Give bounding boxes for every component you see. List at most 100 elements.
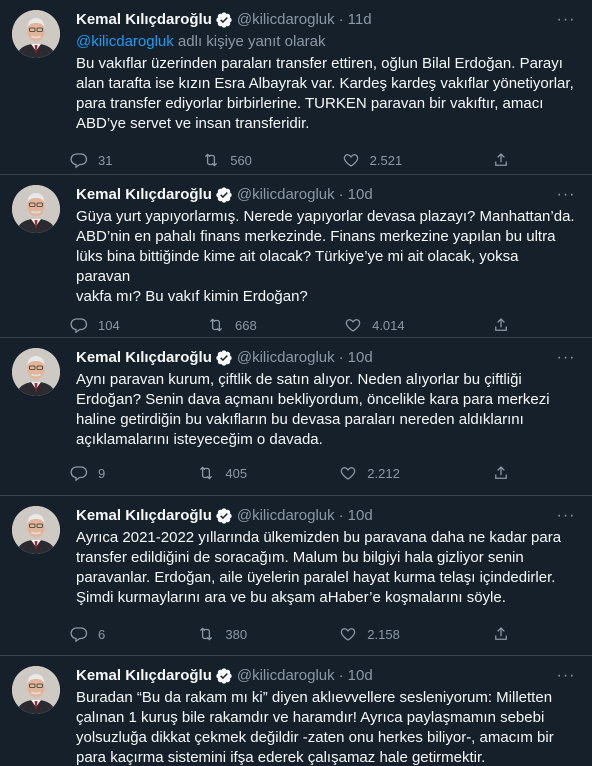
tweet-text: Aynı paravan kurum, çiftlik de satın alı… <box>76 371 550 448</box>
more-options-icon[interactable]: ··· <box>556 506 576 526</box>
verified-badge-icon <box>215 667 233 685</box>
tweet[interactable]: Kemal Kılıçdaroğlu @kilicdarogluk · 11d ··· @… <box>0 0 592 175</box>
tweet[interactable]: Kemal Kılıçdaroğlu @kilicdarogluk · 10d ··· A… <box>0 496 592 656</box>
timestamp[interactable]: 10d <box>348 666 373 686</box>
tweet-header: Kemal Kılıçdaroğlu @kilicdarogluk · 10d <box>76 348 576 368</box>
reply-icon <box>70 627 88 643</box>
like-button[interactable]: 4.014 <box>344 315 405 335</box>
author-name[interactable]: Kemal Kılıçdaroğlu <box>76 666 212 686</box>
reply-count: 31 <box>98 152 113 168</box>
tweet-body: Kemal Kılıçdaroğlu @kilicdarogluk · 10d ··· B… <box>76 666 576 766</box>
tweet[interactable]: Kemal Kılıçdaroğlu @kilicdarogluk · 10d ··· G… <box>0 175 592 338</box>
avatar-image <box>12 666 60 714</box>
retweet-count: 405 <box>225 465 248 481</box>
author-handle[interactable]: @kilicdarogluk <box>237 348 335 368</box>
tweet-text: Güya yurt yapıyorlarmış. Nerede yapıyorl… <box>76 208 575 305</box>
author-name[interactable]: Kemal Kılıçdaroğlu <box>76 348 212 368</box>
tweet-text: Buradan “Bu da rakam mı ki” diyen aklıev… <box>76 689 554 766</box>
more-options-icon[interactable]: ··· <box>556 348 576 368</box>
retweet-icon <box>200 466 213 480</box>
reply-count: 9 <box>98 465 106 481</box>
share-icon <box>495 466 507 479</box>
like-count: 2.521 <box>369 152 403 168</box>
avatar[interactable] <box>12 506 60 554</box>
separator-dot: · <box>338 349 344 366</box>
author-handle[interactable]: @kilicdarogluk <box>237 506 335 526</box>
verified-badge-icon <box>215 507 233 525</box>
reply-button[interactable]: 31 <box>70 150 112 170</box>
verified-badge-icon <box>215 11 233 29</box>
avatar-image <box>12 185 60 233</box>
like-count: 2.212 <box>367 465 400 481</box>
tweet-body: Kemal Kılıçdaroğlu @kilicdarogluk · 10d ··· A… <box>76 506 576 608</box>
tweet[interactable]: Kemal Kılıçdaroğlu @kilicdarogluk · 10d ··· B… <box>0 656 592 766</box>
like-button[interactable]: 2.212 <box>339 463 400 483</box>
tweet-header: Kemal Kılıçdaroğlu @kilicdarogluk · 11d <box>76 10 576 30</box>
retweet-icon <box>209 318 223 332</box>
timestamp[interactable]: 10d <box>348 185 373 205</box>
more-options-icon[interactable]: ··· <box>556 666 576 686</box>
avatar[interactable] <box>12 10 60 58</box>
verified-badge-icon <box>215 186 233 204</box>
like-button[interactable]: 2.158 <box>339 624 400 644</box>
author-name[interactable]: Kemal Kılıçdaroğlu <box>76 10 212 30</box>
more-options-icon[interactable]: ··· <box>556 185 576 205</box>
timestamp[interactable]: 11d <box>348 10 372 30</box>
retweet-count: 560 <box>230 152 252 168</box>
tweet-text: Bu vakıflar üzerinden paraları transfer … <box>76 55 574 132</box>
like-button[interactable]: 2.521 <box>342 150 403 170</box>
more-options-icon[interactable]: ··· <box>556 10 576 30</box>
share-button[interactable] <box>492 624 510 644</box>
separator-dot: · <box>338 11 344 28</box>
tweet-actions: 31 560 2.521 <box>70 150 510 170</box>
heart-icon <box>345 319 361 332</box>
timestamp[interactable]: 10d <box>348 348 373 368</box>
tweet-body: Kemal Kılıçdaroğlu @kilicdarogluk · 10d ··· G… <box>76 185 576 307</box>
heart-icon <box>343 154 358 167</box>
tweet-header: Kemal Kılıçdaroğlu @kilicdarogluk · 10d <box>76 185 576 205</box>
share-icon <box>495 153 507 166</box>
author-name[interactable]: Kemal Kılıçdaroğlu <box>76 185 212 205</box>
tweet-actions: 104 668 4.014 <box>70 315 510 335</box>
tweet[interactable]: Kemal Kılıçdaroğlu @kilicdarogluk · 10d ··· A… <box>0 338 592 496</box>
reply-button[interactable]: 9 <box>70 463 105 483</box>
author-handle[interactable]: @kilicdarogluk <box>237 10 335 30</box>
tweet-actions: 9 405 2.212 <box>70 463 510 483</box>
avatar-image <box>12 506 60 554</box>
tweet-header: Kemal Kılıçdaroğlu @kilicdarogluk · 10d <box>76 666 576 686</box>
separator-dot: · <box>338 667 344 684</box>
tweet-body: Kemal Kılıçdaroğlu @kilicdarogluk · 10d ··· A… <box>76 348 576 450</box>
avatar[interactable] <box>12 185 60 233</box>
retweet-button[interactable]: 668 <box>207 315 257 335</box>
author-handle[interactable]: @kilicdarogluk <box>237 666 335 686</box>
avatar[interactable] <box>12 348 60 396</box>
reply-button[interactable]: 104 <box>70 315 120 335</box>
reply-icon <box>70 153 88 169</box>
share-icon <box>495 627 507 640</box>
separator-dot: · <box>338 186 344 203</box>
author-handle[interactable]: @kilicdarogluk <box>237 185 335 205</box>
retweet-count: 380 <box>225 626 248 642</box>
tweet-body: Kemal Kılıçdaroğlu @kilicdarogluk · 11d ··· @… <box>76 10 576 134</box>
retweet-button[interactable]: 380 <box>197 624 247 644</box>
author-name[interactable]: Kemal Kılıçdaroğlu <box>76 506 212 526</box>
tweet-text: Ayrıca 2021-2022 yıllarında ülkemizden b… <box>76 529 562 606</box>
share-icon <box>495 318 507 331</box>
share-button[interactable] <box>492 315 510 335</box>
retweet-button[interactable]: 560 <box>202 150 252 170</box>
share-button[interactable] <box>492 463 510 483</box>
reply-count: 6 <box>98 626 106 642</box>
retweet-button[interactable]: 405 <box>197 463 247 483</box>
tweet-header: Kemal Kılıçdaroğlu @kilicdarogluk · 10d <box>76 506 576 526</box>
avatar-image <box>12 10 60 58</box>
avatar[interactable] <box>12 666 60 714</box>
timestamp[interactable]: 10d <box>348 506 373 526</box>
reply-mention-link[interactable]: @kilicdarogluk <box>76 33 174 50</box>
reply-button[interactable]: 6 <box>70 624 105 644</box>
timeline: Kemal Kılıçdaroğlu @kilicdarogluk · 11d ··· @… <box>0 0 592 766</box>
like-count: 2.158 <box>367 626 400 642</box>
retweet-count: 668 <box>235 317 257 333</box>
separator-dot: · <box>338 507 344 524</box>
reply-icon <box>70 318 88 334</box>
share-button[interactable] <box>492 150 510 170</box>
